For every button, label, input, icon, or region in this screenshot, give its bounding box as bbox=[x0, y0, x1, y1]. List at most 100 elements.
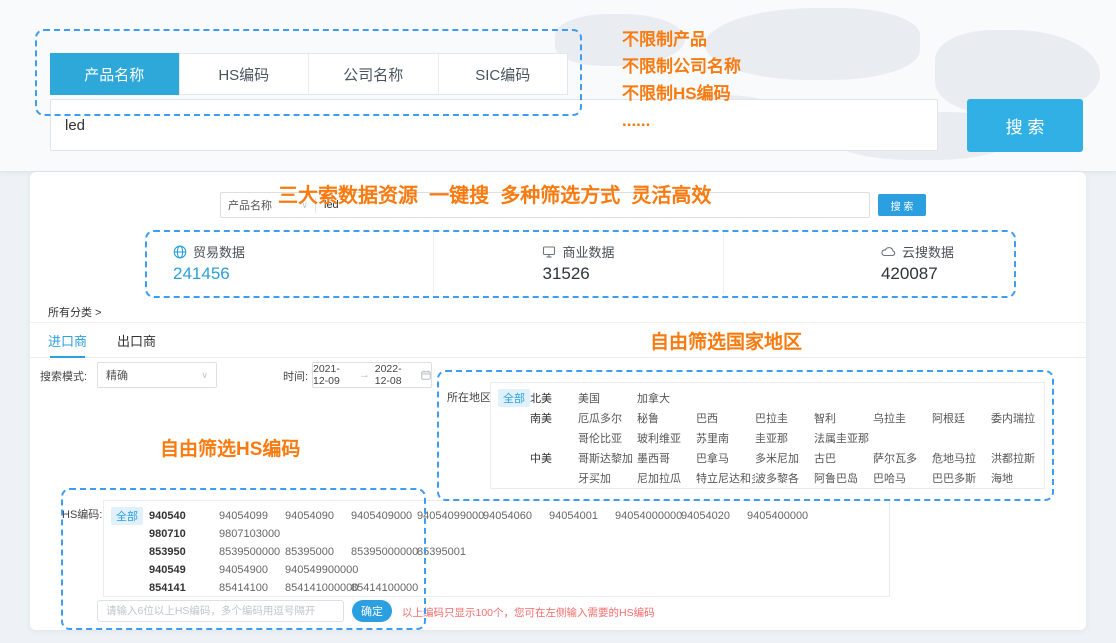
region-row: 南美 厄瓜多尔 秘鲁 巴西 巴拉圭 智利 乌拉圭 阿根廷 委内瑞拉 bbox=[498, 408, 1044, 428]
region-item[interactable]: 圭亚那 bbox=[755, 430, 814, 446]
hs-row: 853950 8539500000 85395000 85395000000 8… bbox=[111, 543, 889, 561]
hs-parent-code[interactable]: 940549 bbox=[149, 564, 219, 576]
region-item[interactable]: 多米尼加 bbox=[755, 450, 814, 466]
region-item[interactable]: 秘鲁 bbox=[637, 410, 696, 426]
date-start: 2021-12-09 bbox=[313, 363, 354, 387]
hero-tab-company-name[interactable]: 公司名称 bbox=[309, 54, 439, 94]
hs-parent-code[interactable]: 980710 bbox=[149, 528, 219, 540]
stat-cloud-search-data[interactable]: 云搜数据 420087 bbox=[723, 232, 1012, 294]
region-item[interactable]: 巴巴多斯 bbox=[932, 470, 991, 486]
region-item[interactable]: 特立尼达和多巴... bbox=[696, 470, 755, 486]
region-item[interactable]: 法属圭亚那 bbox=[814, 430, 873, 446]
region-item[interactable]: 巴拉圭 bbox=[755, 410, 814, 426]
stat-label: 云搜数据 bbox=[902, 242, 954, 261]
hs-code-item[interactable]: 8539500000 bbox=[219, 546, 285, 558]
region-item[interactable]: 尼加拉瓜 bbox=[637, 470, 696, 486]
hero-section: 产品名称 HS编码 公司名称 SIC编码 搜 索 不限制产品 不限制公司名称 不… bbox=[0, 0, 1116, 172]
hs-parent-code[interactable]: 853950 bbox=[149, 546, 219, 558]
hs-code-item[interactable]: 94054900 bbox=[219, 564, 285, 576]
promo-headline: 三大索数据资源 一键搜 多种筛选方式 灵活高效 bbox=[278, 179, 711, 208]
hs-parent-code[interactable]: 854141 bbox=[149, 582, 219, 594]
hs-row: 940549 94054900 940549900000 bbox=[111, 561, 889, 579]
tab-importers[interactable]: 进口商 bbox=[48, 323, 87, 357]
hs-code-item[interactable]: 94054000000 bbox=[615, 510, 681, 522]
region-item[interactable]: 哥伦比亚 bbox=[578, 430, 637, 446]
region-item[interactable]: 加拿大 bbox=[637, 390, 696, 406]
hs-code-item[interactable]: 85414100000 bbox=[351, 582, 417, 594]
toolbar-search-button[interactable]: 搜 索 bbox=[878, 194, 926, 216]
hero-tab-hs-code[interactable]: HS编码 bbox=[180, 54, 310, 94]
region-item[interactable]: 巴拿马 bbox=[696, 450, 755, 466]
hs-all-chip[interactable]: 全部 bbox=[111, 507, 143, 525]
search-mode-select[interactable]: 精确 ∨ bbox=[97, 362, 217, 388]
region-item[interactable]: 古巴 bbox=[814, 450, 873, 466]
region-item[interactable]: 美国 bbox=[578, 390, 637, 406]
hs-code-item[interactable]: 94054060 bbox=[483, 510, 549, 522]
hs-code-item[interactable]: 9405400000 bbox=[747, 510, 813, 522]
hero-tab-sic-code[interactable]: SIC编码 bbox=[439, 54, 568, 94]
hs-code-item[interactable]: 94054020 bbox=[681, 510, 747, 522]
tab-exporters[interactable]: 出口商 bbox=[117, 323, 156, 357]
stat-value: 31526 bbox=[542, 264, 614, 284]
hero-annotation-line: 不限制HS编码 bbox=[622, 80, 741, 107]
hs-code-item[interactable]: 94054001 bbox=[549, 510, 615, 522]
region-item[interactable]: 玻利维亚 bbox=[637, 430, 696, 446]
date-range-picker[interactable]: 2021-12-09 → 2022-12-08 bbox=[312, 362, 432, 388]
hs-code-item[interactable]: 94054099000 bbox=[417, 510, 483, 522]
hs-code-item[interactable]: 85395001 bbox=[417, 546, 483, 558]
date-range-arrow: → bbox=[359, 369, 370, 381]
stat-value: 420087 bbox=[881, 264, 954, 284]
hs-code-item[interactable]: 94054090 bbox=[285, 510, 351, 522]
hs-code-item[interactable]: 94054099 bbox=[219, 510, 285, 522]
hs-code-item[interactable]: 85395000000 bbox=[351, 546, 417, 558]
region-row: 全部 北美 美国 加拿大 bbox=[498, 388, 1044, 408]
region-item[interactable]: 阿鲁巴岛 bbox=[814, 470, 873, 486]
hs-confirm-button[interactable]: 确定 bbox=[352, 600, 392, 622]
stat-trade-data[interactable]: 贸易数据 241456 bbox=[145, 232, 433, 294]
region-item[interactable]: 萨尔瓦多 bbox=[873, 450, 932, 466]
region-all-chip[interactable]: 全部 bbox=[498, 389, 530, 407]
hero-tab-product-name[interactable]: 产品名称 bbox=[50, 53, 180, 95]
region-item[interactable]: 巴哈马 bbox=[873, 470, 932, 486]
hs-code-input[interactable] bbox=[97, 600, 344, 622]
region-row: 哥伦比亚 玻利维亚 苏里南 圭亚那 法属圭亚那 bbox=[498, 428, 1044, 448]
hero-search-input[interactable] bbox=[50, 99, 938, 151]
breadcrumb[interactable]: 所有分类 > bbox=[48, 304, 101, 320]
region-item[interactable]: 厄瓜多尔 bbox=[578, 410, 637, 426]
hs-code-item[interactable]: 854141000000 bbox=[285, 582, 351, 594]
hero-annotations: 不限制产品 不限制公司名称 不限制HS编码 ...... bbox=[622, 26, 741, 134]
stat-label: 商业数据 bbox=[562, 242, 614, 261]
region-row: 中美 哥斯达黎加 墨西哥 巴拿马 多米尼加 古巴 萨尔瓦多 危地马拉 洪都拉斯 bbox=[498, 448, 1044, 468]
globe-icon bbox=[173, 245, 187, 259]
region-item[interactable]: 委内瑞拉 bbox=[991, 410, 1045, 426]
hero-search-button[interactable]: 搜 索 bbox=[967, 99, 1083, 152]
hs-code-item[interactable]: 85395000 bbox=[285, 546, 351, 558]
region-item[interactable]: 海地 bbox=[991, 470, 1045, 486]
region-item[interactable]: 危地马拉 bbox=[932, 450, 991, 466]
hs-limit-note: 以上编码只显示100个，您可在左侧输入需要的HS编码 bbox=[402, 605, 655, 620]
hs-parent-code[interactable]: 940540 bbox=[149, 510, 219, 522]
hs-code-item[interactable]: 9807103000 bbox=[219, 528, 285, 540]
stat-business-data[interactable]: 商业数据 31526 bbox=[433, 232, 722, 294]
region-item[interactable]: 智利 bbox=[814, 410, 873, 426]
hs-code-item[interactable]: 85414100 bbox=[219, 582, 285, 594]
region-item[interactable]: 牙买加 bbox=[578, 470, 637, 486]
stat-label: 贸易数据 bbox=[193, 242, 245, 261]
hero-annotation-line: 不限制产品 bbox=[622, 26, 741, 53]
region-item[interactable]: 哥斯达黎加 bbox=[578, 450, 637, 466]
region-item[interactable]: 苏里南 bbox=[696, 430, 755, 446]
hs-row: 980710 9807103000 bbox=[111, 525, 889, 543]
region-item[interactable]: 波多黎各 bbox=[755, 470, 814, 486]
search-mode-value: 精确 bbox=[106, 367, 128, 383]
hs-code-item[interactable]: 9405409000 bbox=[351, 510, 417, 522]
monitor-icon bbox=[542, 245, 556, 259]
stat-value: 241456 bbox=[173, 264, 245, 284]
region-item[interactable]: 洪都拉斯 bbox=[991, 450, 1045, 466]
region-item[interactable]: 阿根廷 bbox=[932, 410, 991, 426]
region-item[interactable]: 乌拉圭 bbox=[873, 410, 932, 426]
region-item[interactable]: 墨西哥 bbox=[637, 450, 696, 466]
hs-code-item[interactable]: 940549900000 bbox=[285, 564, 351, 576]
page: 产品名称 HS编码 公司名称 SIC编码 搜 索 不限制产品 不限制公司名称 不… bbox=[0, 0, 1116, 643]
region-item[interactable]: 巴西 bbox=[696, 410, 755, 426]
hs-code-grid: 全部 940540 94054099 94054090 9405409000 9… bbox=[103, 500, 890, 597]
